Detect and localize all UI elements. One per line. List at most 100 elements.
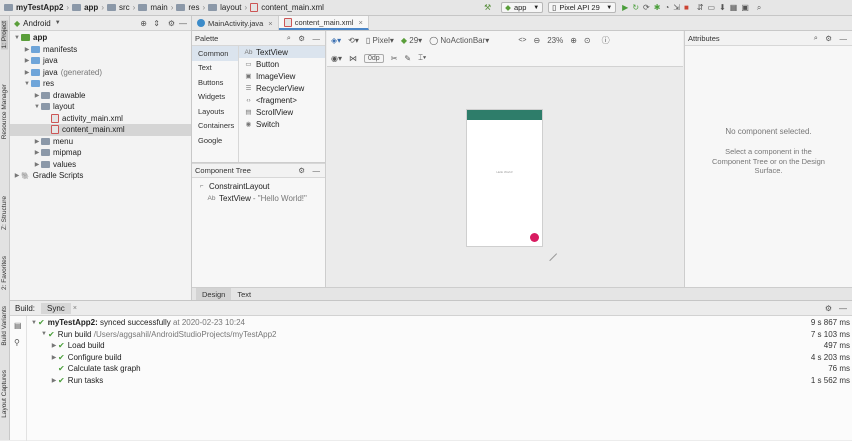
chevron-down-icon[interactable]: ▼ [30,320,38,326]
palette-category[interactable]: Common [192,46,238,61]
collapse-all-icon[interactable]: ⇕ [153,19,160,28]
hammer-icon[interactable]: ⚒ [484,2,491,13]
palette-category[interactable]: Containers [192,119,238,134]
locate-icon[interactable]: ⊕ [140,19,147,28]
breadcrumb-app[interactable]: app [84,3,98,12]
device-select[interactable]: ▯ Pixel ▾ [366,36,394,45]
tree-item[interactable]: ▶ 🐘 Gradle Scripts [10,170,191,182]
tree-item[interactable]: ▶ java [10,55,191,67]
phone-preview[interactable]: Hello World! [466,109,543,247]
profile-icon[interactable]: ◔ [664,2,669,13]
palette-item[interactable]: ‹› <fragment> [239,94,325,106]
palette-item[interactable]: ▭ Button [239,58,325,70]
clear-constraints-icon[interactable]: ✂ [391,54,398,63]
build-row[interactable]: ▼ ✔ myTestApp2: synced successfully at 202… [28,317,852,329]
orientation-icon[interactable]: ⟲▾ [348,36,359,45]
attach-debugger-icon[interactable]: ⇲ [673,2,680,13]
tree-item[interactable]: ▶ manifests [10,44,191,56]
palette-item[interactable]: ☰ RecyclerView [239,82,325,94]
layout-inspector-icon[interactable]: ▦ [730,2,738,13]
chevron-right-icon[interactable]: ▶ [23,46,31,53]
hello-world-text[interactable]: Hello World! [467,170,542,174]
chevron-right-icon[interactable]: ▶ [23,69,31,76]
chevron-down-icon[interactable]: ▼ [33,104,41,110]
palette-item[interactable]: Ab TextView [239,46,325,58]
hide-icon[interactable]: — [313,166,321,175]
sdk-manager-icon[interactable]: ⬇ [719,2,726,13]
autoconnect-icon[interactable]: ⋈ [349,54,357,63]
avd-manager-icon[interactable]: ▭ [708,2,716,13]
tree-item[interactable]: ▶ drawable [10,90,191,102]
chevron-down-icon[interactable]: ▼ [13,35,21,41]
pin-icon[interactable]: ⚲ [14,338,26,347]
chevron-right-icon[interactable]: ▶ [33,92,41,99]
fab-button[interactable] [530,233,539,242]
palette-item[interactable]: ◉ Switch [239,118,325,130]
chevron-right-icon[interactable]: ▶ [33,161,41,168]
run-config-select[interactable]: ◆ app ▼ [501,2,544,13]
build-row[interactable]: ▶ ✔ Configure build 4 s 203 ms [28,352,852,364]
device-select[interactable]: ▯ Pixel API 29 ▼ [548,2,617,13]
tree-item[interactable]: ▶ mipmap [10,147,191,159]
structure-tool-tab[interactable]: Z: Structure [1,196,8,230]
breadcrumb-file[interactable]: content_main.xml [261,3,324,12]
chevron-down-icon[interactable]: ▼ [23,81,31,87]
favorites-tool-tab[interactable]: 2: Favorites [1,256,8,290]
chevron-right-icon[interactable]: ▶ [50,354,58,361]
tree-item[interactable]: ▶ values [10,159,191,171]
build-row[interactable]: ▶ ✔ Load build 497 ms [28,340,852,352]
build-row[interactable]: ✔ Calculate task graph 76 ms [28,363,852,375]
chevron-right-icon[interactable]: ▶ [50,377,58,384]
palette-item[interactable]: ▣ ImageView [239,70,325,82]
hide-icon[interactable]: — [313,34,321,43]
chevron-right-icon[interactable]: ▶ [33,149,41,156]
breadcrumb-main[interactable]: main [150,3,167,12]
tab-sync[interactable]: Sync [41,302,71,314]
tree-node-constraintlayout[interactable]: ⌐ ConstraintLayout [192,180,325,192]
hide-icon[interactable]: — [839,304,847,313]
chevron-right-icon[interactable]: ▶ [13,172,21,179]
zoom-to-fit-icon[interactable]: ⊙ [584,36,591,45]
tree-item[interactable]: ▼ layout [10,101,191,113]
device-file-explorer-icon[interactable]: ▣ [741,2,749,13]
gear-icon[interactable]: ⚙ [168,19,175,28]
tree-item[interactable]: content_main.xml [10,124,191,136]
palette-item[interactable]: ▤ ScrollView [239,106,325,118]
breadcrumb-project[interactable]: myTestApp2 [16,3,63,12]
layout-captures-tool-tab[interactable]: Layout Captures [1,370,8,418]
gear-icon[interactable]: ⚙ [298,166,305,175]
tree-item[interactable]: ▼ app [10,32,191,44]
breadcrumb-layout[interactable]: layout [220,3,241,12]
search-icon[interactable]: ⌕ [287,33,291,43]
debug-icon[interactable]: ✱ [654,2,661,13]
palette-category[interactable]: Text [192,61,238,76]
gear-icon[interactable]: ⚙ [298,34,305,43]
toggle-view-icon[interactable]: ▤ [14,321,26,330]
guidelines-icon[interactable]: ⌶▾ [418,53,426,63]
palette-category[interactable]: Widgets [192,90,238,105]
apply-code-changes-icon[interactable]: ⟳ [643,2,650,13]
chevron-down-icon[interactable]: ▼ [55,20,61,26]
project-tool-tab[interactable]: 1: Project [1,20,8,50]
gear-icon[interactable]: ⚙ [825,304,832,313]
chevron-down-icon[interactable]: ▼ [40,331,48,337]
tab-mainactivity-java[interactable]: MainActivity.java × [192,16,279,30]
design-canvas[interactable]: Hello World! [327,67,683,287]
tab-text[interactable]: Text [231,288,257,300]
tree-item[interactable]: ▶ menu [10,136,191,148]
palette-category[interactable]: Google [192,133,238,148]
build-row[interactable]: ▼ ✔ Run build /Users/aggsahil/AndroidStudi… [28,329,852,341]
tree-node-textview[interactable]: Ab TextView - "Hello World!" [192,192,325,204]
hide-icon[interactable]: — [840,34,848,43]
palette-category[interactable]: Buttons [192,75,238,90]
tree-item[interactable]: ▶ java (generated) [10,67,191,79]
resource-manager-tool-tab[interactable]: Resource Manager [1,84,8,139]
chevron-right-icon[interactable]: ▶ [50,342,58,349]
build-row[interactable]: ▶ ✔ Run tasks 1 s 562 ms [28,375,852,387]
build-variants-tool-tab[interactable]: Build Variants [1,306,8,346]
tab-content-main-xml[interactable]: content_main.xml × [278,16,369,30]
zoom-out-icon[interactable]: ⊖ [534,36,541,45]
api-select[interactable]: ◆ 29 ▾ [401,36,422,45]
close-icon[interactable]: × [358,18,362,27]
chevron-right-icon[interactable]: ▶ [33,138,41,145]
